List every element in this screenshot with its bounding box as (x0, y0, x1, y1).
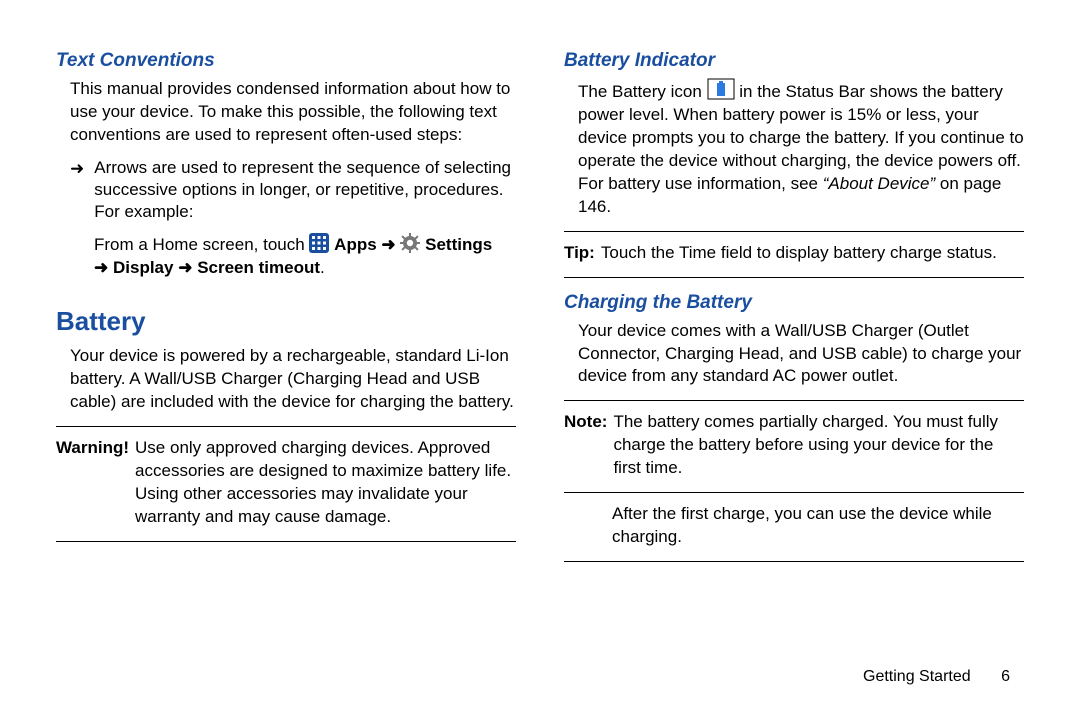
indicator-prefix: The Battery icon (578, 82, 702, 101)
apps-label: Apps (334, 235, 377, 254)
screen-timeout-label: Screen timeout (197, 258, 320, 277)
paragraph-battery: Your device is powered by a rechargeable… (70, 345, 516, 414)
tip-block: Tip: Touch the Time field to display bat… (564, 242, 1024, 265)
warning-block: Warning! Use only approved charging devi… (56, 437, 516, 529)
right-arrow-icon: ➜ (70, 157, 84, 223)
bullet-arrows: ➜ Arrows are used to represent the seque… (70, 157, 516, 223)
arrow-icon-2: ➜ (94, 258, 108, 277)
divider (56, 426, 516, 427)
divider (564, 277, 1024, 278)
apps-grid-icon (309, 233, 329, 253)
divider (564, 561, 1024, 562)
settings-label: Settings (425, 235, 492, 254)
settings-gear-icon (400, 233, 420, 253)
heading-battery-indicator: Battery Indicator (564, 50, 1024, 72)
tip-body: Touch the Time field to display battery … (601, 242, 1024, 265)
divider (56, 541, 516, 542)
paragraph-charging: Your device comes with a Wall/USB Charge… (578, 320, 1024, 389)
footer-section: Getting Started (863, 668, 971, 685)
left-column: Text Conventions This manual provides co… (56, 50, 516, 572)
paragraph-indicator: The Battery icon in the Status Bar shows… (578, 78, 1024, 219)
tip-label: Tip: (564, 242, 595, 265)
heading-text-conventions: Text Conventions (56, 50, 516, 72)
note-label: Note: (564, 411, 607, 480)
battery-icon (707, 78, 735, 100)
paragraph-after-charge: After the first charge, you can use the … (612, 503, 1024, 549)
columns: Text Conventions This manual provides co… (56, 50, 1024, 572)
note-body: The battery comes partially charged. You… (613, 411, 1024, 480)
arrow-icon-3: ➜ (178, 258, 192, 277)
divider (564, 492, 1024, 493)
example-sequence: From a Home screen, touch Apps ➜ (94, 233, 516, 280)
arrow-icon-1: ➜ (381, 235, 395, 254)
divider (564, 231, 1024, 232)
paragraph-conventions-intro: This manual provides condensed informati… (70, 78, 516, 147)
page: Text Conventions This manual provides co… (0, 0, 1080, 720)
example-prefix: From a Home screen, touch (94, 235, 305, 254)
right-column: Battery Indicator The Battery icon in th… (564, 50, 1024, 572)
display-label: Display (113, 258, 173, 277)
heading-battery: Battery (56, 306, 516, 337)
page-footer: Getting Started 6 (863, 668, 1010, 686)
footer-page-number: 6 (1001, 668, 1010, 685)
note-block: Note: The battery comes partially charge… (564, 411, 1024, 480)
divider (564, 400, 1024, 401)
heading-charging: Charging the Battery (564, 292, 1024, 314)
bullet-arrows-text: Arrows are used to represent the sequenc… (94, 157, 516, 223)
warning-label: Warning! (56, 437, 129, 529)
indicator-ref-italic: “About Device” (823, 174, 935, 193)
warning-body: Use only approved charging devices. Appr… (135, 437, 516, 529)
